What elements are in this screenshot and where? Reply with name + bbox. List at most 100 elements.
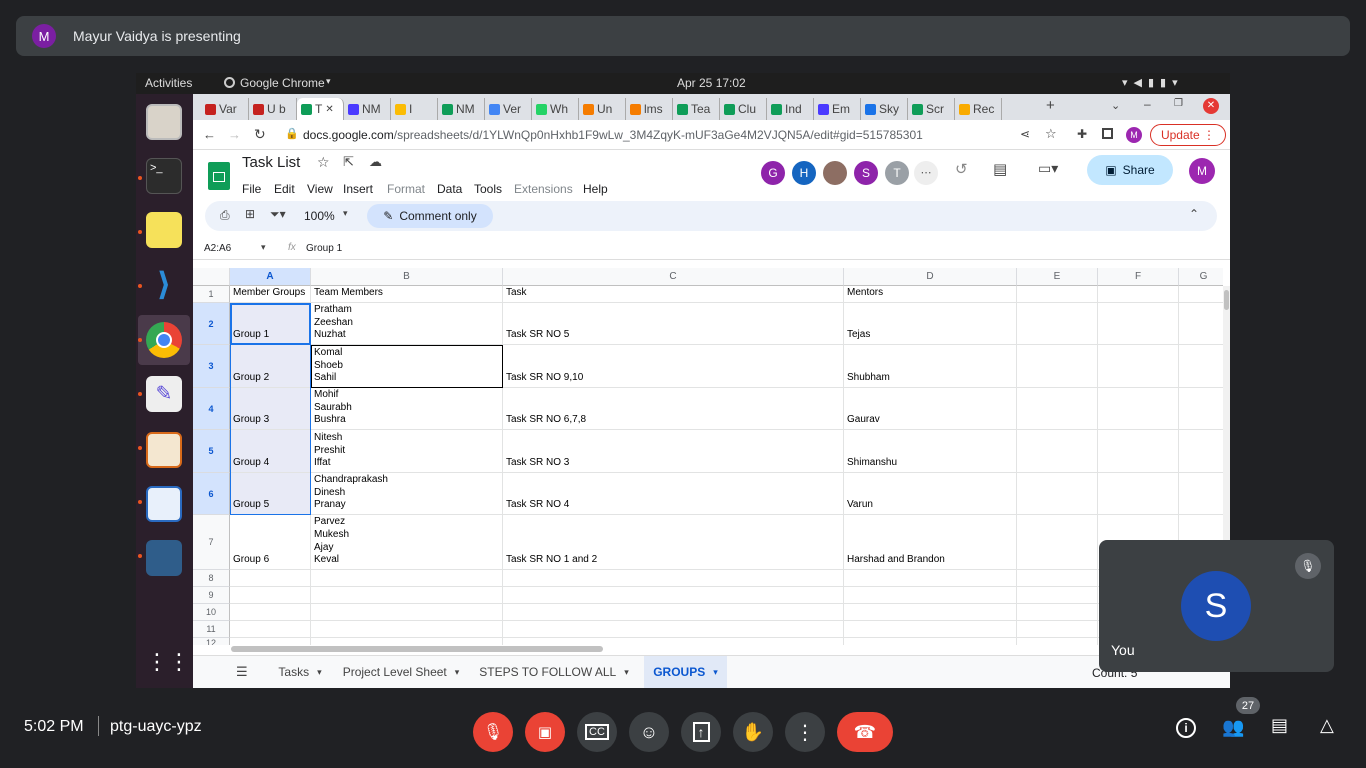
grid-cell[interactable] <box>503 638 844 645</box>
leave-call-button[interactable]: ☎ <box>837 712 893 752</box>
profile-avatar[interactable]: M <box>1126 127 1142 143</box>
browser-tab[interactable]: U b <box>249 98 297 120</box>
sheet-tab[interactable]: GROUPS ▾ <box>644 656 727 688</box>
grid-cell[interactable] <box>1017 345 1098 388</box>
menu-edit[interactable]: Edit <box>274 182 295 196</box>
grid-cell[interactable] <box>1098 303 1179 345</box>
grid-cell[interactable] <box>1017 587 1098 604</box>
grid-cell[interactable]: Varun <box>844 473 1017 515</box>
browser-tab[interactable]: Clu <box>720 98 767 120</box>
zoom-select[interactable]: 100% <box>304 209 335 223</box>
grid-cell[interactable]: Komal Shoeb Sahil <box>311 345 503 388</box>
row-header[interactable]: 4 <box>193 388 230 430</box>
zoom-chevron-icon[interactable]: ▾ <box>343 208 348 219</box>
grid-cell[interactable]: Chandraprakash Dinesh Pranay <box>311 473 503 515</box>
grid-cell[interactable] <box>1179 430 1223 473</box>
forward-icon[interactable]: → <box>228 127 241 142</box>
grid-cell[interactable] <box>1179 345 1223 388</box>
camera-off-button[interactable]: ▣ <box>525 712 565 752</box>
grid-cell[interactable] <box>230 621 311 638</box>
browser-tab[interactable]: Em <box>814 98 861 120</box>
grid-cell[interactable]: Gaurav <box>844 388 1017 430</box>
grid-cell[interactable] <box>844 587 1017 604</box>
grid-cell[interactable]: Task SR NO 3 <box>503 430 844 473</box>
grid-cell[interactable] <box>1098 430 1179 473</box>
browser-tab[interactable]: Ver <box>485 98 532 120</box>
sheet-tab-menu-icon[interactable]: ▾ <box>624 667 629 678</box>
grid-cell[interactable] <box>503 621 844 638</box>
move-icon[interactable]: ⇱ <box>343 154 354 170</box>
vscode-icon[interactable]: ⟩ <box>146 266 182 302</box>
grid-cell[interactable] <box>1017 286 1098 303</box>
sheet-tab-menu-icon[interactable]: ▾ <box>317 667 322 678</box>
browser-tab[interactable]: Rec <box>955 98 1002 120</box>
grid-cell[interactable]: Task SR NO 1 and 2 <box>503 515 844 570</box>
row-header[interactable]: 9 <box>193 587 230 604</box>
account-avatar[interactable]: M <box>1189 158 1215 184</box>
share-page-icon[interactable]: ⋖ <box>1020 127 1030 141</box>
column-header[interactable]: C <box>503 268 844 286</box>
grid-cell[interactable]: Group 1 <box>230 303 311 345</box>
mic-off-button[interactable]: 🎙 <box>473 712 513 752</box>
sheet-tab[interactable]: Project Level Sheet ▾ <box>334 656 468 688</box>
captions-button[interactable]: CC <box>577 712 617 752</box>
horizontal-scrollbar[interactable] <box>231 646 603 652</box>
doc-title[interactable]: Task List <box>242 154 300 171</box>
system-tray-icons[interactable]: ▾◀▮▮▾ <box>1122 76 1184 89</box>
cloud-status-icon[interactable]: ☁ <box>369 154 382 170</box>
collaborator-avatar[interactable]: T <box>885 161 909 185</box>
menu-help[interactable]: Help <box>583 182 608 196</box>
grid-cell[interactable]: Shimanshu <box>844 430 1017 473</box>
grid-cell[interactable] <box>503 570 844 587</box>
column-header[interactable]: B <box>311 268 503 286</box>
browser-tab[interactable]: lms <box>626 98 673 120</box>
sheets-logo-icon[interactable] <box>208 162 230 190</box>
side-panel-icon[interactable] <box>1102 128 1113 139</box>
row-header[interactable]: 12 <box>193 638 230 645</box>
name-box-chevron-icon[interactable]: ▾ <box>261 242 266 253</box>
browser-tab[interactable]: Ind <box>767 98 814 120</box>
grid-cell[interactable] <box>844 604 1017 621</box>
bookmark-star-icon[interactable]: ☆ <box>1045 126 1057 142</box>
more-options-button[interactable]: ⋮ <box>785 712 825 752</box>
comments-icon[interactable]: ▤ <box>993 160 1007 178</box>
sheet-tab[interactable]: STEPS TO FOLLOW ALL ▾ <box>478 656 630 688</box>
collaborator-avatar[interactable] <box>823 161 847 185</box>
restore-icon[interactable]: ❐ <box>1174 98 1183 109</box>
grid-cell[interactable] <box>1179 286 1223 303</box>
grid-cell[interactable] <box>1017 303 1098 345</box>
grid-cell[interactable]: Pratham Zeeshan Nuzhat <box>311 303 503 345</box>
terminal-icon[interactable]: >_ <box>146 158 182 194</box>
all-sheets-icon[interactable]: ☰ <box>236 664 248 680</box>
grid-cell[interactable]: Group 6 <box>230 515 311 570</box>
menu-data[interactable]: Data <box>437 182 462 196</box>
grid-cell[interactable] <box>503 587 844 604</box>
browser-tab[interactable]: Var <box>201 98 249 120</box>
grid-cell[interactable]: Task SR NO 4 <box>503 473 844 515</box>
files-icon[interactable] <box>146 104 182 140</box>
grid-cell[interactable]: Parvez Mukesh Ajay Keval <box>311 515 503 570</box>
sticky-notes-icon[interactable] <box>146 212 182 248</box>
sheet-tab[interactable]: Tasks ▾ <box>268 656 332 688</box>
grid-cell[interactable] <box>230 570 311 587</box>
grid-cell[interactable] <box>503 604 844 621</box>
meeting-info-icon[interactable]: i <box>1176 718 1196 738</box>
grid-cell[interactable] <box>311 587 503 604</box>
browser-tab[interactable]: NM <box>438 98 485 120</box>
select-all-corner[interactable] <box>193 268 230 286</box>
grid-cell[interactable] <box>1017 638 1098 645</box>
grid-cell[interactable]: Group 5 <box>230 473 311 515</box>
column-header[interactable]: E <box>1017 268 1098 286</box>
activities-button[interactable]: Activities <box>145 76 192 90</box>
minimize-icon[interactable]: – <box>1144 97 1151 111</box>
menu-format[interactable]: Format <box>387 182 425 196</box>
grid-cell[interactable]: Tejas <box>844 303 1017 345</box>
grid-cell[interactable] <box>1098 388 1179 430</box>
update-button[interactable]: Update ⋮ <box>1150 124 1226 146</box>
name-box[interactable]: A2:A6 <box>204 243 231 254</box>
grid-cell[interactable]: Task SR NO 9,10 <box>503 345 844 388</box>
column-header[interactable]: F <box>1098 268 1179 286</box>
row-header[interactable]: 3 <box>193 345 230 388</box>
grid-cell[interactable] <box>1098 345 1179 388</box>
app-menu-label[interactable]: Google Chrome <box>240 76 325 90</box>
